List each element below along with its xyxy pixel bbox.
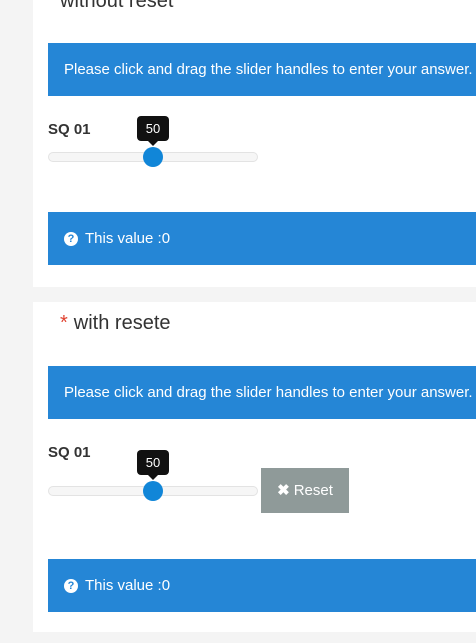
value-display-box: ? This value :0 bbox=[48, 559, 476, 612]
slider-value-tooltip: 50 bbox=[137, 116, 169, 146]
value-text: This value :0 bbox=[85, 230, 171, 247]
help-text: Please click and drag the slider handles… bbox=[64, 384, 473, 401]
help-text: Please click and drag the slider handles… bbox=[64, 61, 473, 78]
subquestion-label: SQ 01 bbox=[48, 444, 91, 461]
slider-handle[interactable] bbox=[143, 147, 163, 167]
slider-track[interactable] bbox=[48, 481, 258, 501]
slider-value-tooltip: 50 bbox=[137, 450, 169, 480]
question-circle-icon: ? bbox=[64, 579, 78, 593]
reset-label: Reset bbox=[293, 482, 333, 499]
slider-track[interactable] bbox=[48, 147, 258, 167]
question-circle-icon: ? bbox=[64, 232, 78, 246]
value-text: This value :0 bbox=[85, 577, 171, 594]
help-text-box: Please click and drag the slider handles… bbox=[48, 43, 476, 96]
reset-button[interactable]: ✖ Reset bbox=[261, 468, 349, 513]
subquestion-label: SQ 01 bbox=[48, 121, 91, 138]
help-text-box: Please click and drag the slider handles… bbox=[48, 366, 476, 419]
slider-handle[interactable] bbox=[143, 481, 163, 501]
question-title: without reset bbox=[60, 0, 173, 13]
question-title: * with resete bbox=[60, 312, 171, 335]
value-display-box: ? This value :0 bbox=[48, 212, 476, 265]
required-mark: * bbox=[60, 312, 68, 334]
close-icon: ✖ bbox=[277, 482, 290, 499]
question-card-with-reset: * with resete Please click and drag the s… bbox=[33, 302, 476, 632]
question-title-text: with resete bbox=[73, 312, 171, 334]
question-card-without-reset: without reset Please click and drag the … bbox=[33, 0, 476, 287]
question-title-text: without reset bbox=[60, 0, 174, 12]
